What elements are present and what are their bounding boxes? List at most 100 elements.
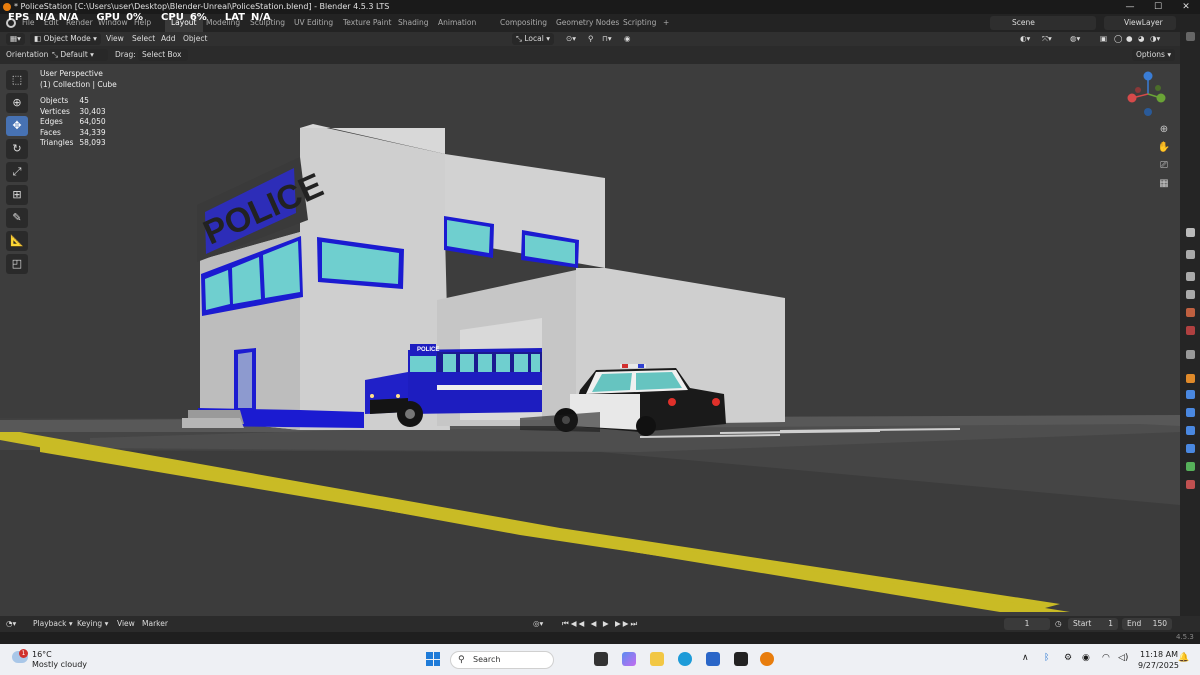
move-tool-icon[interactable]: ✥	[6, 116, 28, 136]
close-button[interactable]: ✕	[1172, 0, 1200, 14]
view-layer-selector[interactable]: ViewLayer	[1104, 16, 1176, 30]
timeline-view-menu[interactable]: View	[117, 618, 135, 630]
fps-stat: FPS N/A N/A	[8, 12, 79, 23]
playback-menu[interactable]: Playback ▾	[33, 618, 73, 630]
transform-space-dropdown[interactable]: ⤡ Local ▾	[512, 33, 554, 45]
timeline-editor-icon[interactable]: ◔▾	[6, 618, 16, 630]
world-props-icon[interactable]	[1186, 326, 1195, 335]
edge-icon[interactable]	[678, 652, 692, 666]
clock-icon[interactable]: ◷	[1055, 618, 1062, 630]
shading-rendered-icon[interactable]: ◑▾	[1150, 33, 1160, 45]
perspective-grid-icon[interactable]: ▦	[1156, 176, 1172, 192]
epic-games-icon[interactable]	[734, 652, 748, 666]
task-view-icon[interactable]	[594, 652, 608, 666]
particles-props-icon[interactable]	[1186, 408, 1195, 417]
weather-temp[interactable]: 16°C	[32, 650, 52, 659]
autokey-icon[interactable]: ◎▾	[533, 618, 543, 630]
tab-uv-editing[interactable]: UV Editing	[294, 14, 333, 32]
header-add-menu[interactable]: Add	[161, 33, 176, 45]
xray-icon[interactable]: ▣	[1100, 33, 1107, 45]
proportional-edit-icon[interactable]: ◉	[624, 33, 631, 45]
store-icon[interactable]	[706, 652, 720, 666]
pivot-icon[interactable]: ⊙▾	[566, 33, 576, 45]
3d-viewport[interactable]: POLICE POLICE User Perspective (1) Colle…	[0, 64, 1180, 616]
snap-icon[interactable]: ⚲	[588, 33, 594, 45]
start-button[interactable]	[426, 652, 440, 666]
lat-stat: LAT N/A	[224, 12, 271, 23]
orientation-dropdown[interactable]: ⤡ Default ▾	[48, 49, 108, 61]
overlay-toggle-icon[interactable]: ◍▾	[1070, 33, 1080, 45]
modifier-props-icon[interactable]	[1186, 390, 1195, 399]
add-cube-tool-icon[interactable]: ◰	[6, 254, 28, 274]
tray-app2-icon[interactable]: ◉	[1082, 653, 1090, 663]
mode-dropdown[interactable]: ◧ Object Mode ▾	[30, 33, 101, 45]
view-layer-props-icon[interactable]	[1186, 290, 1195, 299]
tab-texture-paint[interactable]: Texture Paint	[343, 14, 391, 32]
header-view-menu[interactable]: View	[106, 33, 124, 45]
end-frame-field[interactable]: End 150	[1122, 618, 1172, 630]
transform-tool-icon[interactable]: ⊞	[6, 185, 28, 205]
material-props-icon[interactable]	[1186, 480, 1195, 489]
camera-view-icon[interactable]: ⎚	[1156, 158, 1172, 174]
tab-scripting[interactable]: Scripting	[623, 14, 656, 32]
render-props-icon[interactable]	[1186, 250, 1195, 259]
playback-controls[interactable]: ⏮◀◀ ◀ ▶ ▶▶⏭	[562, 618, 639, 630]
shading-wireframe-icon[interactable]: ◯	[1114, 33, 1122, 45]
annotate-tool-icon[interactable]: ✎	[6, 208, 28, 228]
header-object-menu[interactable]: Object	[183, 33, 207, 45]
notification-icon[interactable]: 🔔	[1178, 653, 1189, 663]
tray-chevron-icon[interactable]: ∧	[1022, 653, 1029, 663]
pan-hand-icon[interactable]: ✋	[1156, 140, 1172, 156]
object-props-icon[interactable]	[1186, 374, 1195, 383]
drag-dropdown[interactable]: Select Box ▾	[138, 49, 188, 71]
tool-props-icon[interactable]	[1186, 228, 1195, 237]
wifi-icon[interactable]: ◠	[1102, 653, 1110, 663]
constraints-props-icon[interactable]	[1186, 444, 1195, 453]
volume-icon[interactable]: ◁)	[1118, 653, 1128, 663]
output-props-icon[interactable]	[1186, 272, 1195, 281]
tab-compositing[interactable]: Compositing	[500, 14, 547, 32]
search-input[interactable]: ⚲ Search	[450, 651, 554, 669]
select-tool-icon[interactable]: ⬚	[6, 70, 28, 90]
maximize-button[interactable]: ☐	[1144, 0, 1172, 14]
tray-app-icon[interactable]: ⚙	[1064, 653, 1072, 663]
clock-time[interactable]: 11:18 AM	[1140, 650, 1178, 659]
measure-tool-icon[interactable]: 📐	[6, 231, 28, 251]
shading-solid-icon[interactable]: ●	[1126, 33, 1133, 45]
copilot-icon[interactable]	[622, 652, 636, 666]
tab-animation[interactable]: Animation	[438, 14, 476, 32]
navigation-gizmo[interactable]	[1124, 68, 1172, 120]
collapse-icon[interactable]	[1186, 32, 1195, 41]
shading-material-icon[interactable]: ◕	[1138, 33, 1145, 45]
current-frame-field[interactable]: 1	[1004, 618, 1050, 630]
editor-type-icon[interactable]: ▦▾	[6, 33, 25, 45]
minimize-button[interactable]: —	[1116, 0, 1144, 14]
file-explorer-icon[interactable]	[650, 652, 664, 666]
blender-taskbar-icon[interactable]	[760, 652, 774, 666]
options-dropdown[interactable]: Options ▾	[1132, 49, 1176, 61]
clock-date[interactable]: 9/27/2025	[1138, 661, 1179, 670]
keying-menu[interactable]: Keying ▾	[77, 618, 108, 630]
bluetooth-icon[interactable]: ᛒ	[1044, 653, 1049, 663]
tab-geometry-nodes[interactable]: Geometry Nodes	[556, 14, 619, 32]
zoom-icon[interactable]: ⊕	[1156, 122, 1172, 138]
data-props-icon[interactable]	[1186, 462, 1195, 471]
snap-target-icon[interactable]: ⊓▾	[602, 33, 612, 45]
gizmo-toggle-icon[interactable]: ⤧▾	[1042, 33, 1052, 45]
stat-row: Objects 45	[40, 96, 89, 105]
header-select-menu[interactable]: Select	[132, 33, 155, 45]
visibility-icon[interactable]: ◐▾	[1020, 33, 1030, 45]
rotate-tool-icon[interactable]: ↻	[6, 139, 28, 159]
scene-props-icon[interactable]	[1186, 308, 1195, 317]
weather-desc[interactable]: Mostly cloudy	[32, 660, 87, 669]
add-workspace-button[interactable]: +	[663, 14, 669, 32]
scene-selector[interactable]: Scene	[990, 16, 1096, 30]
start-frame-field[interactable]: Start 1	[1068, 618, 1118, 630]
cursor-tool-icon[interactable]: ⊕	[6, 93, 28, 113]
blender-logo-icon	[3, 3, 11, 11]
scale-tool-icon[interactable]: ⤢	[6, 162, 28, 182]
physics-props-icon[interactable]	[1186, 426, 1195, 435]
marker-menu[interactable]: Marker	[142, 618, 168, 630]
collection-props-icon[interactable]	[1186, 350, 1195, 359]
tab-shading[interactable]: Shading	[398, 14, 428, 32]
